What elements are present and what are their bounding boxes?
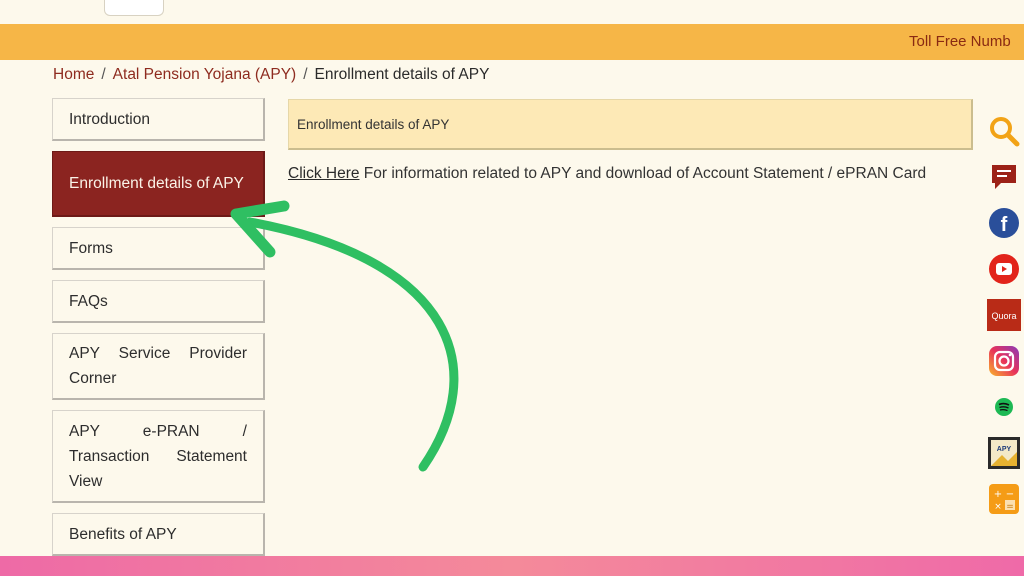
breadcrumb-current: Enrollment details of APY xyxy=(314,66,490,83)
sidebar-item-label: Forms xyxy=(69,239,113,257)
top-tab[interactable] xyxy=(104,0,164,16)
quora-icon[interactable]: Quora xyxy=(987,298,1021,332)
sidebar-item-label: APY e-PRAN / Transaction Statement View xyxy=(69,422,247,490)
quora-label: Quora xyxy=(991,311,1016,321)
sidebar-item-label: APY Service Provider Corner xyxy=(69,345,247,387)
instagram-icon[interactable] xyxy=(987,344,1021,378)
content-description: For information related to APY and downl… xyxy=(359,165,927,182)
breadcrumb-separator: / xyxy=(303,66,308,83)
announcement-bar: Toll Free Numb xyxy=(0,24,1024,60)
calculator-icon[interactable]: + − × = xyxy=(987,482,1021,516)
sidebar-item-label: Enrollment details of APY xyxy=(69,175,244,192)
breadcrumb: Home / Atal Pension Yojana (APY) / Enrollmen… xyxy=(53,66,489,84)
click-here-link[interactable]: Click Here xyxy=(288,165,359,182)
sidebar-item-label: Introduction xyxy=(69,110,150,128)
sidebar-item-faqs[interactable]: FAQs xyxy=(52,280,265,323)
svg-text:−: − xyxy=(1006,489,1014,500)
search-icon[interactable] xyxy=(987,114,1021,148)
sidebar-item-label: FAQs xyxy=(69,292,108,310)
svg-text:×: × xyxy=(994,502,1002,512)
breadcrumb-home[interactable]: Home xyxy=(53,66,94,83)
sidebar-item-epran-statement[interactable]: APY e-PRAN / Transaction Statement View xyxy=(52,410,265,503)
sidebar-item-label: Benefits of APY xyxy=(69,525,177,543)
breadcrumb-separator: / xyxy=(101,66,106,83)
facebook-icon[interactable]: f xyxy=(987,206,1021,240)
spotify-icon[interactable] xyxy=(987,390,1021,424)
content-body: Click Here For information related to AP… xyxy=(288,161,974,186)
sidebar-item-forms[interactable]: Forms xyxy=(52,227,265,270)
apy-app-icon[interactable]: APY xyxy=(987,436,1021,470)
breadcrumb-apy[interactable]: Atal Pension Yojana (APY) xyxy=(113,66,297,83)
svg-text:+: + xyxy=(994,489,1002,500)
sidebar-item-benefits[interactable]: Benefits of APY xyxy=(52,513,265,556)
bottom-bar xyxy=(0,556,1024,576)
sidebar-item-service-provider-corner[interactable]: APY Service Provider Corner xyxy=(52,333,265,400)
arrow-shaft xyxy=(245,217,459,472)
youtube-icon[interactable] xyxy=(987,252,1021,286)
apy-label: APY xyxy=(997,446,1012,453)
content-header: Enrollment details of APY xyxy=(288,99,973,150)
svg-text:f: f xyxy=(1001,214,1008,236)
svg-text:=: = xyxy=(1006,502,1014,512)
content-title: Enrollment details of APY xyxy=(297,116,450,132)
sidebar-item-enrollment-details[interactable]: Enrollment details of APY xyxy=(52,151,265,217)
toll-free-ticker[interactable]: Toll Free Numb xyxy=(909,33,1011,50)
sidebar-item-introduction[interactable]: Introduction xyxy=(52,98,265,141)
feedback-icon[interactable] xyxy=(987,160,1021,194)
